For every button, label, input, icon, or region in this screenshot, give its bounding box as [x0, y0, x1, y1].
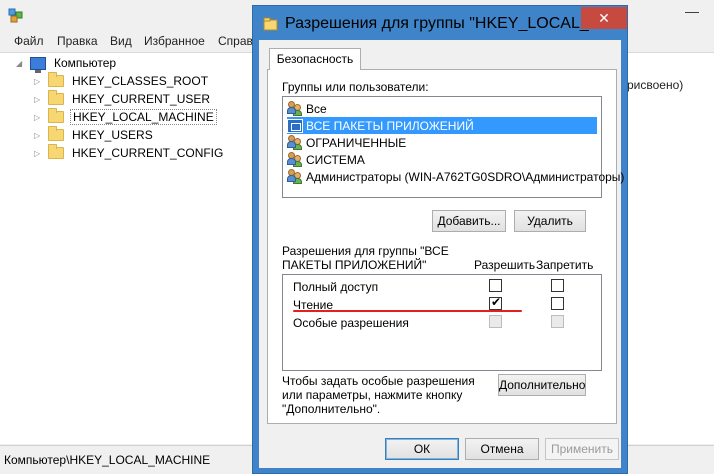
tree-label-hkcr: HKEY_CLASSES_ROOT — [72, 74, 209, 88]
advanced-button[interactable]: Дополнительно — [498, 374, 586, 396]
folder-icon — [48, 90, 64, 105]
deny-read-checkbox[interactable] — [551, 297, 564, 310]
cancel-button[interactable]: Отмена — [465, 438, 539, 460]
allow-column-header: Разрешить — [474, 258, 536, 272]
tree-label-hkcc: HKEY_CURRENT_CONFIG — [72, 146, 224, 160]
user-item-system[interactable]: СИСТЕМА — [287, 151, 366, 168]
value-data-text: рисвоено) — [627, 78, 684, 92]
user-item-restricted[interactable]: ОГРАНИЧЕННЫЕ — [287, 134, 407, 151]
apply-button[interactable]: Применить — [545, 438, 619, 460]
tree-label-computer: Компьютер — [54, 56, 117, 70]
permissions-label: Разрешения для группы "ВСЕ ПАКЕТЫ ПРИЛОЖ… — [282, 244, 449, 272]
tree-item-hklm[interactable]: ▷ HKEY_LOCAL_MACHINE — [34, 108, 217, 126]
permission-special: Особые разрешения — [293, 316, 409, 330]
collapsed-arrow-icon[interactable]: ▷ — [34, 149, 44, 158]
collapsed-arrow-icon[interactable]: ▷ — [34, 131, 44, 140]
red-underline-annotation — [293, 310, 522, 312]
deny-full-control-checkbox[interactable] — [551, 279, 564, 292]
ok-button[interactable]: ОК — [385, 438, 459, 460]
user-item-label: ОГРАНИЧЕННЫЕ — [306, 135, 407, 150]
dialog-title: Разрешения для группы "HKEY_LOCAL_MA — [285, 15, 613, 32]
computer-icon — [30, 56, 46, 73]
package-icon — [287, 118, 303, 133]
permission-full-control: Полный доступ — [293, 280, 379, 294]
user-item-label: Все — [306, 101, 327, 116]
status-path: Компьютер\HKEY_LOCAL_MACHINE — [4, 453, 211, 467]
security-tab-panel: Группы или пользователи: Все ВСЕ ПАКЕТЫ … — [267, 69, 624, 424]
menu-view[interactable]: Вид — [110, 34, 132, 48]
folder-key-icon — [263, 17, 278, 31]
users-icon — [287, 152, 303, 167]
users-icon — [287, 135, 303, 150]
collapsed-arrow-icon[interactable]: ▷ — [34, 113, 44, 122]
users-icon — [287, 169, 303, 184]
allow-full-control-checkbox[interactable] — [489, 279, 502, 292]
menu-file[interactable]: Файл — [14, 34, 44, 48]
allow-read-checkbox[interactable] — [489, 295, 502, 310]
folder-icon — [48, 108, 64, 123]
remove-button[interactable]: Удалить — [514, 210, 586, 232]
menu-help[interactable]: Справ — [218, 34, 253, 48]
add-button[interactable]: Добавить... — [432, 210, 506, 232]
allow-special-checkbox — [489, 315, 502, 328]
registry-app-icon — [8, 8, 23, 23]
close-button[interactable]: ✕ — [581, 7, 627, 29]
deny-column-header: Запретить — [536, 258, 594, 272]
collapsed-arrow-icon[interactable]: ▷ — [34, 95, 44, 104]
groups-label: Группы или пользователи: — [282, 80, 429, 94]
special-permissions-note: Чтобы задать особые разрешения или парам… — [282, 374, 475, 416]
tree-label-hku: HKEY_USERS — [72, 128, 153, 142]
menu-favorites[interactable]: Избранное — [144, 34, 205, 48]
folder-icon — [48, 126, 64, 141]
tab-security[interactable]: Безопасность — [269, 48, 361, 70]
user-item-label: ВСЕ ПАКЕТЫ ПРИЛОЖЕНИЙ — [305, 118, 475, 133]
users-icon — [287, 101, 303, 116]
deny-special-checkbox — [551, 315, 564, 328]
user-item-label: СИСТЕМА — [306, 152, 365, 167]
user-item-all-app-packages[interactable]: ВСЕ ПАКЕТЫ ПРИЛОЖЕНИЙ — [287, 117, 597, 134]
dialog-body: Безопасность Группы или пользователи: Вс… — [259, 40, 624, 468]
permissions-table: Полный доступ Чтение Особые разрешения — [282, 274, 602, 371]
tree-item-hkcc[interactable]: ▷ HKEY_CURRENT_CONFIG — [34, 144, 225, 162]
tree-item-hku[interactable]: ▷ HKEY_USERS — [34, 126, 155, 144]
user-item-label: Администраторы (WIN-A762TG0SDRO\Админист… — [306, 169, 625, 184]
collapsed-arrow-icon[interactable]: ▷ — [34, 77, 44, 86]
user-item-administrators[interactable]: Администраторы (WIN-A762TG0SDRO\Админист… — [287, 168, 625, 185]
expanded-arrow-icon[interactable]: ◢ — [16, 59, 26, 68]
tree-item-hkcr[interactable]: ▷ HKEY_CLASSES_ROOT — [34, 72, 210, 90]
user-item-everyone[interactable]: Все — [287, 100, 328, 117]
tree-label-hkcu: HKEY_CURRENT_USER — [72, 92, 211, 106]
menu-edit[interactable]: Правка — [57, 34, 98, 48]
minimize-button[interactable]: — — [670, 0, 714, 28]
folder-icon — [48, 72, 64, 87]
users-list[interactable]: Все ВСЕ ПАКЕТЫ ПРИЛОЖЕНИЙ ОГРАНИЧЕННЫЕ С… — [282, 96, 624, 198]
folder-icon — [48, 144, 64, 159]
permissions-dialog: Разрешения для группы "HKEY_LOCAL_MA ✕ Б… — [252, 5, 628, 474]
tree-item-computer[interactable]: ◢ Компьютер — [16, 54, 118, 73]
tree-label-hklm: HKEY_LOCAL_MACHINE — [70, 109, 217, 125]
tree-item-hkcu[interactable]: ▷ HKEY_CURRENT_USER — [34, 90, 212, 108]
